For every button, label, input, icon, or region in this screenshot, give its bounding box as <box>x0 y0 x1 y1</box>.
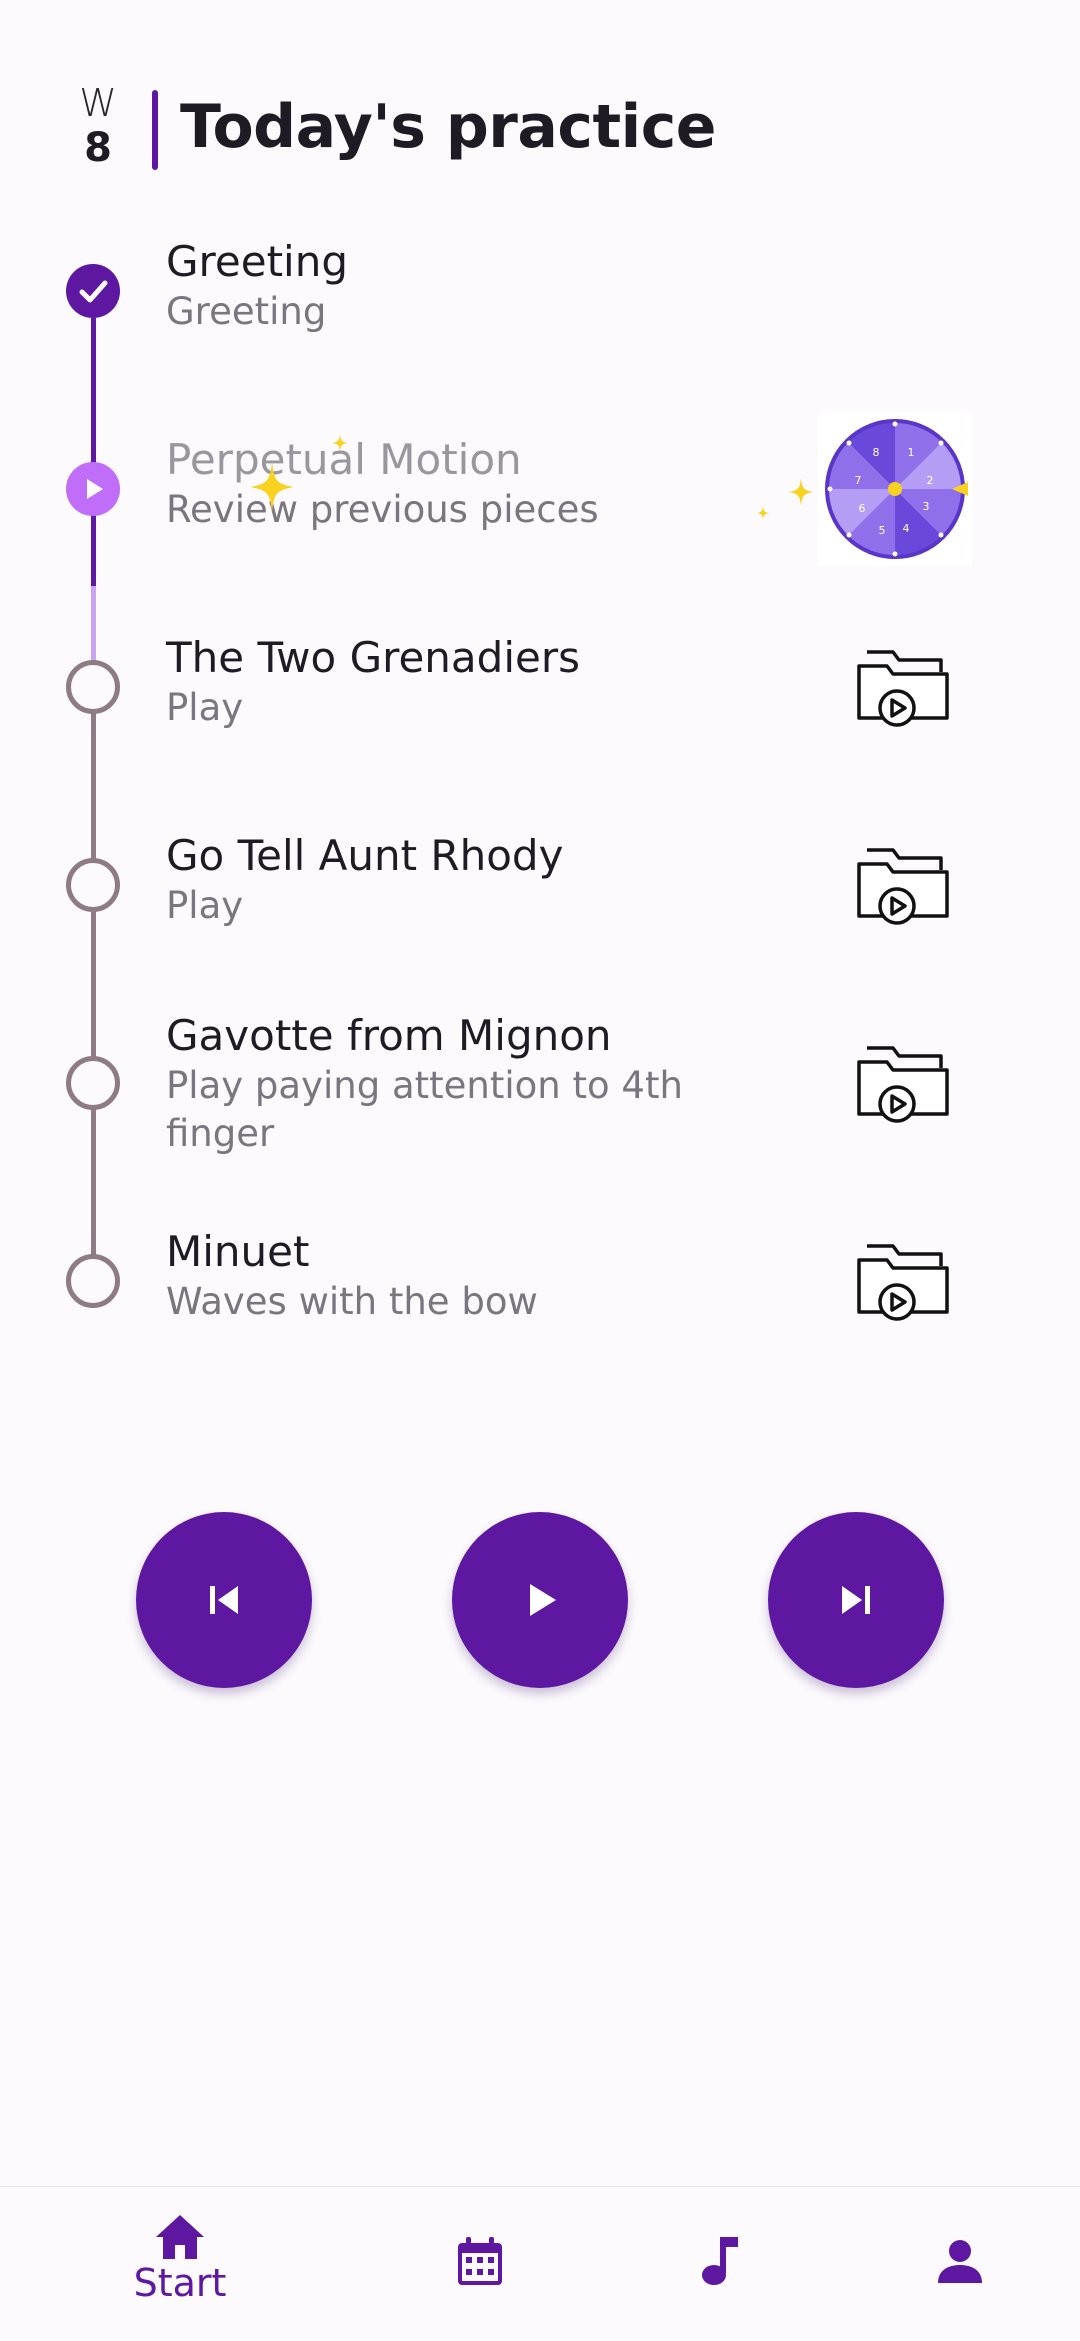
wheel-number: 1 <box>908 446 915 459</box>
wheel-number: 7 <box>855 474 862 487</box>
nav-item-profile[interactable] <box>860 2187 1060 2341</box>
status-todo-icon <box>66 1056 120 1110</box>
wheel-number: 2 <box>927 474 934 487</box>
timeline-segment-todo <box>91 666 96 1280</box>
nav-label-start: Start <box>133 2261 227 2305</box>
video-folder-icon <box>857 1046 949 1123</box>
wheel-number: 6 <box>859 502 866 515</box>
video-folder-button[interactable] <box>855 636 955 736</box>
wheel-number: 4 <box>903 522 910 535</box>
item-subtitle: Waves with the bow <box>166 1280 538 1323</box>
play-icon <box>530 1584 556 1616</box>
item-subtitle: Greeting <box>166 290 327 333</box>
status-done-icon <box>66 264 120 318</box>
item-name: Greeting <box>166 237 348 286</box>
sparkle-icon <box>756 506 770 520</box>
status-todo-icon <box>66 858 120 912</box>
item-name: Gavotte from Mignon <box>166 1011 612 1060</box>
status-todo-icon <box>66 660 120 714</box>
timeline-segment-done <box>91 318 96 586</box>
nav-item-start[interactable]: Start <box>80 2187 280 2341</box>
sparkle-icon <box>332 434 348 452</box>
next-button[interactable] <box>768 1512 944 1688</box>
status-todo-icon <box>66 1254 120 1308</box>
list-item-aunt-rhody[interactable]: Go Tell Aunt Rhody Play <box>166 830 766 930</box>
nav-item-calendar[interactable] <box>380 2187 580 2341</box>
item-subtitle: Play <box>166 686 244 729</box>
practice-timeline: Greeting Greeting Perpetual Motion Revie… <box>0 0 1080 1400</box>
item-subtitle: Play paying attention to 4th finger <box>166 1064 683 1155</box>
sparkle-icon <box>250 462 294 512</box>
item-name: Minuet <box>166 1227 310 1276</box>
video-folder-button[interactable] <box>855 1032 955 1132</box>
wheel-number: 5 <box>879 524 886 537</box>
item-name: Go Tell Aunt Rhody <box>166 831 564 880</box>
video-folder-button[interactable] <box>855 1230 955 1330</box>
video-folder-button[interactable] <box>855 834 955 934</box>
list-item-greeting[interactable]: Greeting Greeting <box>166 236 766 336</box>
nav-item-music[interactable] <box>620 2187 820 2341</box>
video-folder-icon <box>857 650 949 727</box>
wheel-number: 8 <box>873 446 880 459</box>
list-item-gavotte[interactable]: Gavotte from Mignon Play paying attentio… <box>166 1010 726 1158</box>
skip-previous-icon <box>210 1586 238 1614</box>
status-current-icon <box>66 462 120 516</box>
sparkle-icon <box>788 478 814 506</box>
playback-controls <box>0 1512 1080 1692</box>
calendar-icon <box>458 2237 502 2285</box>
previous-button[interactable] <box>136 1512 312 1688</box>
person-icon <box>938 2240 982 2283</box>
video-folder-icon <box>857 1244 949 1321</box>
item-name: The Two Grenadiers <box>166 633 580 682</box>
timeline-segment-current <box>91 586 96 666</box>
list-item-minuet[interactable]: Minuet Waves with the bow <box>166 1226 766 1326</box>
spin-wheel-button[interactable]: 1 2 3 4 5 6 7 8 <box>818 412 972 566</box>
bottom-nav: Start <box>0 2186 1080 2341</box>
wheel-number: 3 <box>923 500 930 513</box>
music-note-icon <box>702 2237 738 2285</box>
home-icon <box>156 2215 204 2259</box>
skip-next-icon <box>842 1586 870 1614</box>
list-item-two-grenadiers[interactable]: The Two Grenadiers Play <box>166 632 766 732</box>
spin-wheel-icon: 1 2 3 4 5 6 7 8 <box>825 419 968 559</box>
item-subtitle: Play <box>166 884 244 927</box>
video-folder-icon <box>857 848 949 925</box>
play-button[interactable] <box>452 1512 628 1688</box>
